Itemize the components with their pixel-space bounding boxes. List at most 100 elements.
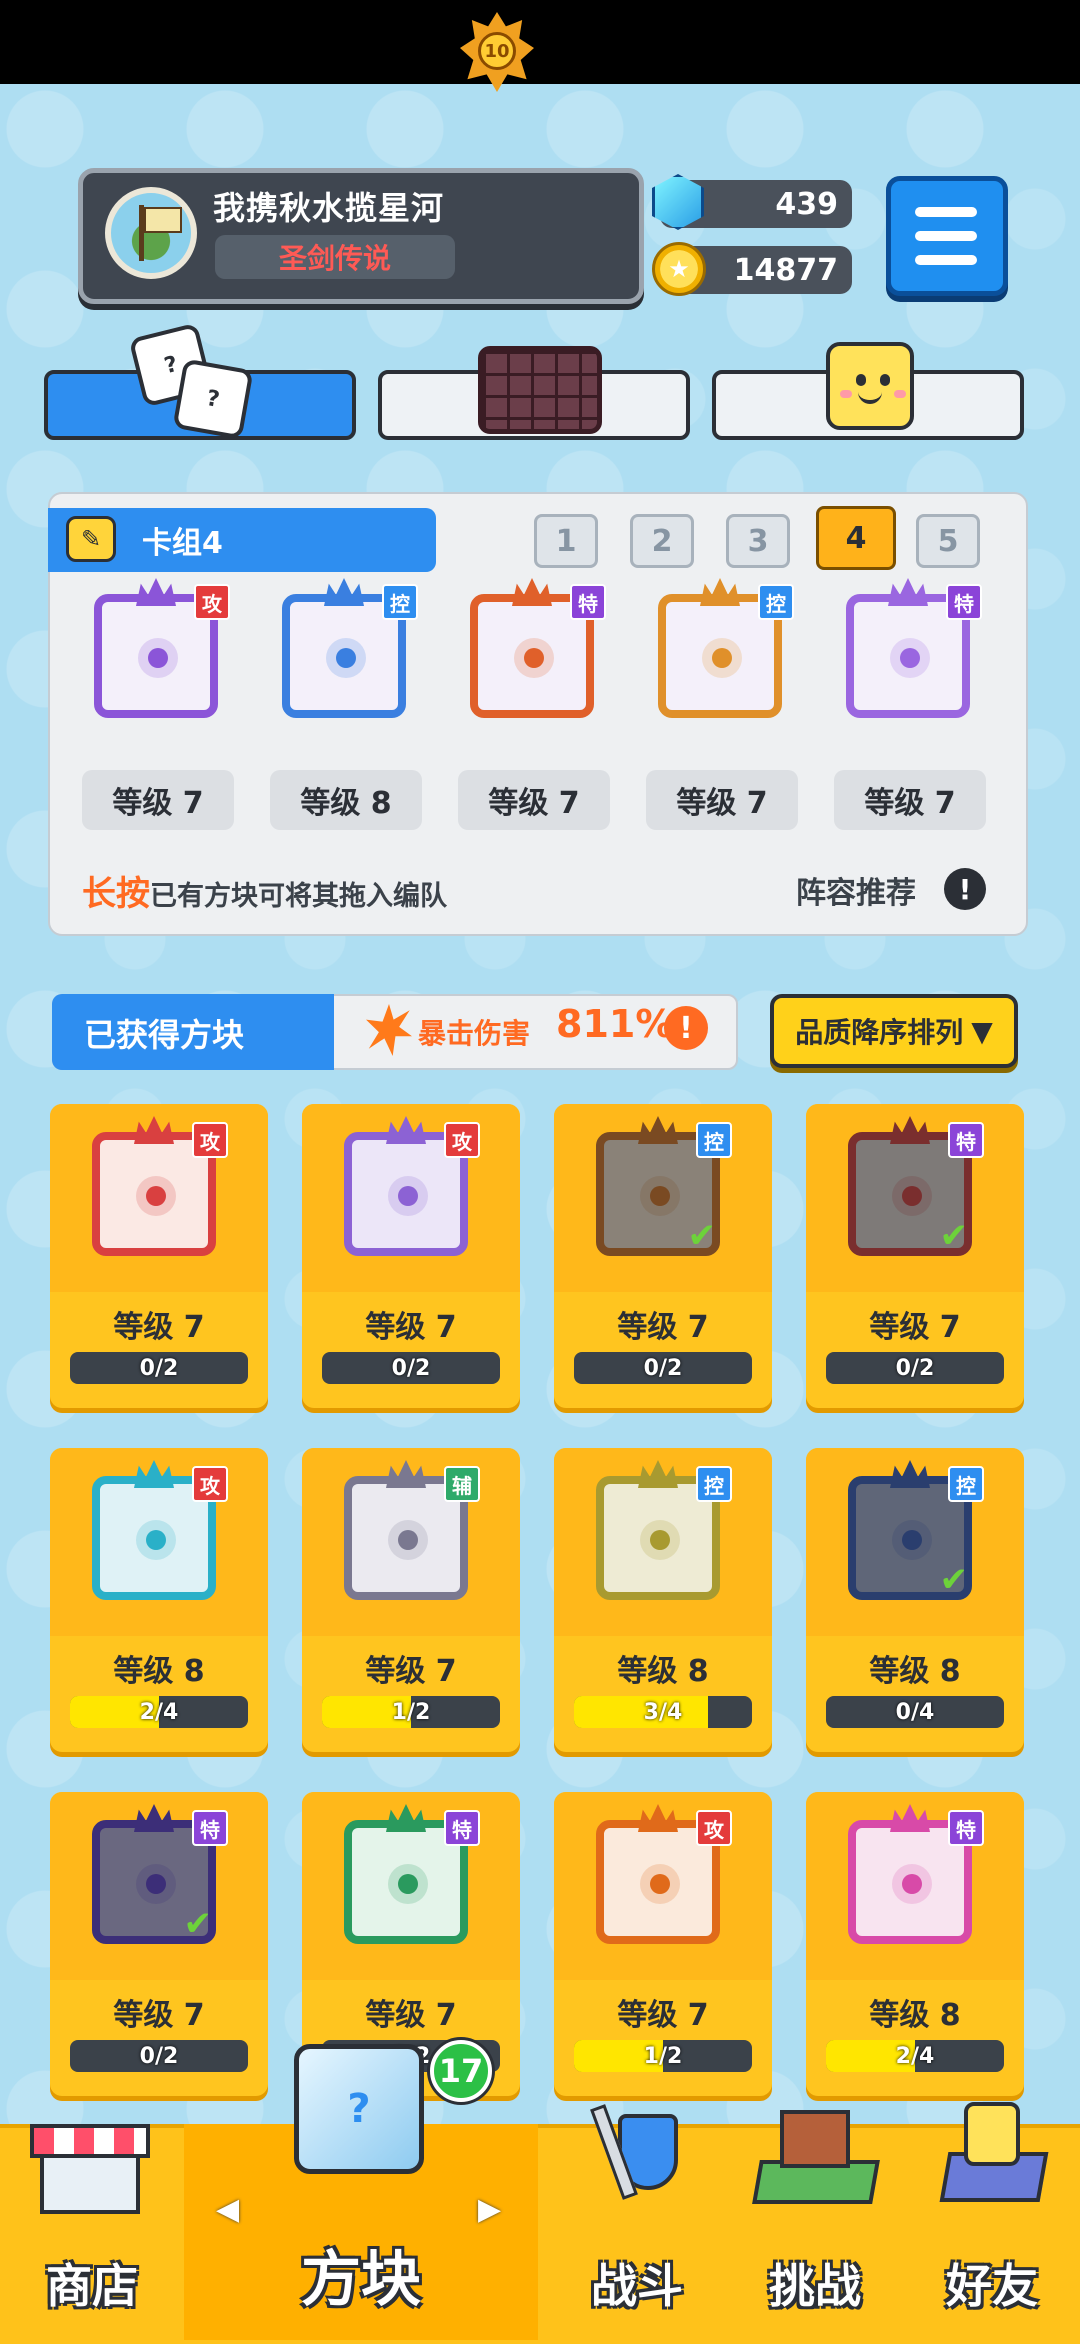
owned-block-card[interactable]: 特 ✔ 等级 7 0/2 [50, 1792, 268, 2096]
owned-block-card[interactable]: 攻等级 8 2/4 [50, 1448, 268, 1752]
card-level: 等级 8 [617, 1654, 709, 1689]
owned-block-card[interactable]: 控等级 8 3/4 [554, 1448, 772, 1752]
owned-block[interactable]: 特 [334, 1802, 482, 1950]
owned-block-card[interactable]: 攻等级 7 0/2 [302, 1104, 520, 1408]
owned-block-card[interactable]: 特等级 8 2/4 [806, 1792, 1024, 2096]
owned-block[interactable]: 控 ✔ [586, 1114, 734, 1262]
block-type-tag: 特 [444, 1810, 480, 1846]
player-title: 圣剑传说 [215, 235, 455, 279]
block-core-icon [524, 648, 544, 668]
coin-icon: ★ [652, 242, 706, 296]
progress-text: 0/2 [139, 1355, 179, 1381]
owned-block-card[interactable]: 特 ✔ 等级 7 0/2 [806, 1104, 1024, 1408]
owned-block[interactable]: 攻 [82, 1114, 230, 1262]
deck-tab-1[interactable]: 1 [534, 514, 598, 568]
block-type-tag: 控 [696, 1466, 732, 1502]
nav-battle[interactable]: 战斗 [548, 2104, 726, 2340]
dragon-crest-icon [890, 1804, 930, 1832]
deck-block[interactable]: 特 [836, 576, 984, 724]
upgrade-progress-bar: 3/4 [574, 1696, 752, 1728]
progress-text: 0/2 [391, 1355, 431, 1381]
block-core-icon [650, 1530, 670, 1550]
deck-hint: 长按已有方块可将其拖入编队 [82, 874, 447, 914]
avatar[interactable] [105, 187, 197, 279]
dragon-crest-icon [700, 578, 740, 606]
deck-tab-4[interactable]: 4 [816, 506, 896, 570]
owned-block[interactable]: 特 ✔ [82, 1802, 230, 1950]
nav-next-arrow-icon[interactable]: ▶ [478, 2192, 501, 2227]
block-type-tag: 控 [382, 584, 418, 620]
sword-shield-icon [588, 2104, 688, 2204]
shop-icon [30, 2104, 150, 2214]
owned-block[interactable]: 辅 [334, 1458, 482, 1606]
check-icon: ✔ [183, 1904, 213, 1944]
friend-character-icon [934, 2102, 1049, 2212]
player-name: 我携秋水揽星河 [213, 189, 445, 227]
owned-block-card[interactable]: 控 ✔ 等级 7 0/2 [554, 1104, 772, 1408]
check-icon: ✔ [939, 1560, 969, 1600]
block-core-icon [398, 1186, 418, 1206]
lineup-recommend[interactable]: 阵容推荐 [796, 868, 916, 912]
deck-tab-2[interactable]: 2 [630, 514, 694, 568]
profile-card[interactable]: 我携秋水揽星河 圣剑传说 [78, 168, 644, 304]
owned-block[interactable]: 特 ✔ [838, 1114, 986, 1262]
card-level: 等级 7 [365, 1998, 457, 2033]
upgrade-progress-bar: 0/2 [574, 1352, 752, 1384]
block-type-tag: 辅 [444, 1466, 480, 1502]
dragon-crest-icon [512, 578, 552, 606]
dragon-crest-icon [638, 1804, 678, 1832]
block-core-icon [712, 648, 732, 668]
owned-block[interactable]: 攻 [334, 1114, 482, 1262]
deck-block[interactable]: 特 [460, 576, 608, 724]
block-box-icon: ? [294, 2044, 424, 2174]
owned-block-card[interactable]: 攻等级 7 0/2 [50, 1104, 268, 1408]
menu-button[interactable] [886, 176, 1008, 296]
owned-block[interactable]: 控 ✔ [838, 1458, 986, 1606]
owned-block-card[interactable]: 控 ✔ 等级 8 0/4 [806, 1448, 1024, 1752]
progress-text: 1/2 [391, 1699, 431, 1725]
deck-tab-3[interactable]: 3 [726, 514, 790, 568]
card-level: 等级 7 [617, 1310, 709, 1345]
progress-text: 2/4 [895, 2043, 935, 2069]
block-core-icon [148, 648, 168, 668]
deck-block[interactable]: 控 [648, 576, 796, 724]
deck-card-level: 等级 8 [270, 770, 422, 830]
pencil-icon[interactable]: ✎ [66, 516, 116, 562]
info-icon[interactable]: ! [944, 868, 986, 910]
card-level: 等级 8 [113, 1654, 205, 1689]
owned-block[interactable]: 攻 [586, 1802, 734, 1950]
sort-button[interactable]: 品质降序排列 ▼ [770, 994, 1018, 1068]
crit-info-icon[interactable]: ! [664, 1006, 708, 1050]
deck-block[interactable]: 攻 [84, 576, 232, 724]
upgrade-progress-bar: 0/2 [70, 2040, 248, 2072]
card-level: 等级 7 [365, 1654, 457, 1689]
nav-blocks[interactable]: ? 方块 [184, 2044, 538, 2340]
owned-block[interactable]: 特 [838, 1802, 986, 1950]
status-bar [0, 0, 1080, 84]
nav-friends[interactable]: 好友 [904, 2102, 1080, 2340]
block-type-tag: 特 [192, 1810, 228, 1846]
upgrade-progress-bar: 0/2 [70, 1352, 248, 1384]
owned-block[interactable]: 攻 [82, 1458, 230, 1606]
block-type-tag: 控 [948, 1466, 984, 1502]
deck-title: 卡组4 [142, 526, 223, 561]
deck-card-level: 等级 7 [646, 770, 798, 830]
block-type-tag: 攻 [192, 1466, 228, 1502]
card-level: 等级 7 [869, 1310, 961, 1345]
block-core-icon [900, 648, 920, 668]
flag-cloth [144, 207, 182, 233]
nav-shop[interactable]: 商店 [0, 2124, 184, 2340]
block-core-icon [146, 1874, 166, 1894]
owned-block-card[interactable]: 攻等级 7 1/2 [554, 1792, 772, 2096]
block-type-tag: 攻 [696, 1810, 732, 1846]
nav-prev-arrow-icon[interactable]: ◀ [216, 2192, 239, 2227]
owned-block-card[interactable]: 辅等级 7 1/2 [302, 1448, 520, 1752]
block-type-tag: 特 [948, 1810, 984, 1846]
deck-card-level: 等级 7 [834, 770, 986, 830]
upgrade-progress-bar: 1/2 [574, 2040, 752, 2072]
owned-block[interactable]: 控 [586, 1458, 734, 1606]
deck-block[interactable]: 控 [272, 576, 420, 724]
card-level: 等级 8 [869, 1654, 961, 1689]
nav-challenge[interactable]: 挑战 [726, 2110, 904, 2340]
deck-tab-5[interactable]: 5 [916, 514, 980, 568]
